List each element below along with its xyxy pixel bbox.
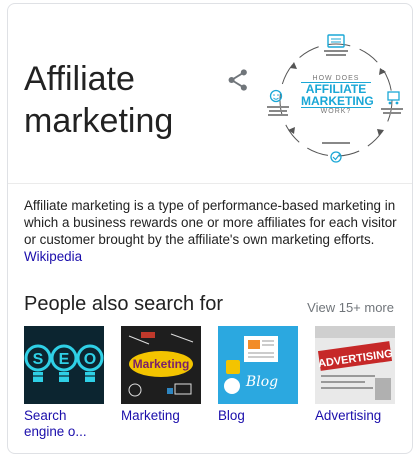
entity-image[interactable]: HOW DOES AFFILIATE MARKETING WORK?	[266, 30, 406, 170]
marketing-chalkboard-image: Marketing	[121, 326, 201, 404]
svg-text:Marketing: Marketing	[133, 357, 190, 371]
related-thumb-blog: Blog	[218, 326, 298, 404]
panel-header: Affiliate marketing HOW DOES AFFILIATE M…	[8, 4, 412, 184]
advertising-collage-image: ADVERTISING	[315, 326, 395, 404]
svg-text:Blog: Blog	[245, 374, 278, 390]
related-thumb-seo: S E O	[24, 326, 104, 404]
related-item-blog[interactable]: Blog Blog	[218, 326, 302, 424]
svg-text:E: E	[59, 351, 70, 368]
view-more-link[interactable]: View 15+ more	[307, 300, 394, 315]
related-label-blog: Blog	[218, 408, 245, 423]
description-text: Affiliate marketing is a type of perform…	[24, 198, 397, 247]
share-button[interactable]	[224, 66, 252, 94]
entity-title: Affiliate marketing	[24, 60, 174, 140]
hero-work-text: WORK?	[320, 108, 352, 115]
related-label-marketing: Marketing	[121, 408, 180, 423]
related-carousel: S E O Search engine o... Marketing Marke…	[24, 326, 404, 446]
related-thumb-advertising: ADVERTISING	[315, 326, 395, 404]
wikipedia-link[interactable]: Wikipedia	[24, 249, 82, 264]
related-item-advertising[interactable]: ADVERTISING Advertising	[315, 326, 399, 424]
related-thumb-marketing: Marketing	[121, 326, 201, 404]
hero-how-text: HOW DOES	[312, 75, 360, 82]
related-item-seo[interactable]: S E O Search engine o...	[24, 326, 108, 440]
related-label-seo: Search engine o...	[24, 408, 87, 439]
related-item-marketing[interactable]: Marketing Marketing	[121, 326, 205, 424]
svg-text:S: S	[33, 351, 44, 368]
hero-line-2: MARKETING	[301, 94, 374, 108]
people-also-search-heading: People also search for	[24, 293, 224, 315]
hero-badge: HOW DOES AFFILIATE MARKETING WORK?	[301, 75, 374, 125]
entity-description: Affiliate marketing is a type of perform…	[24, 197, 400, 265]
share-icon	[228, 69, 247, 91]
lightbulbs-image: S E O	[24, 326, 104, 404]
blog-illustration-image: Blog	[218, 326, 298, 404]
related-label-advertising: Advertising	[315, 408, 382, 423]
svg-text:O: O	[84, 351, 96, 368]
knowledge-panel: Affiliate marketing HOW DOES AFFILIATE M…	[7, 3, 413, 454]
